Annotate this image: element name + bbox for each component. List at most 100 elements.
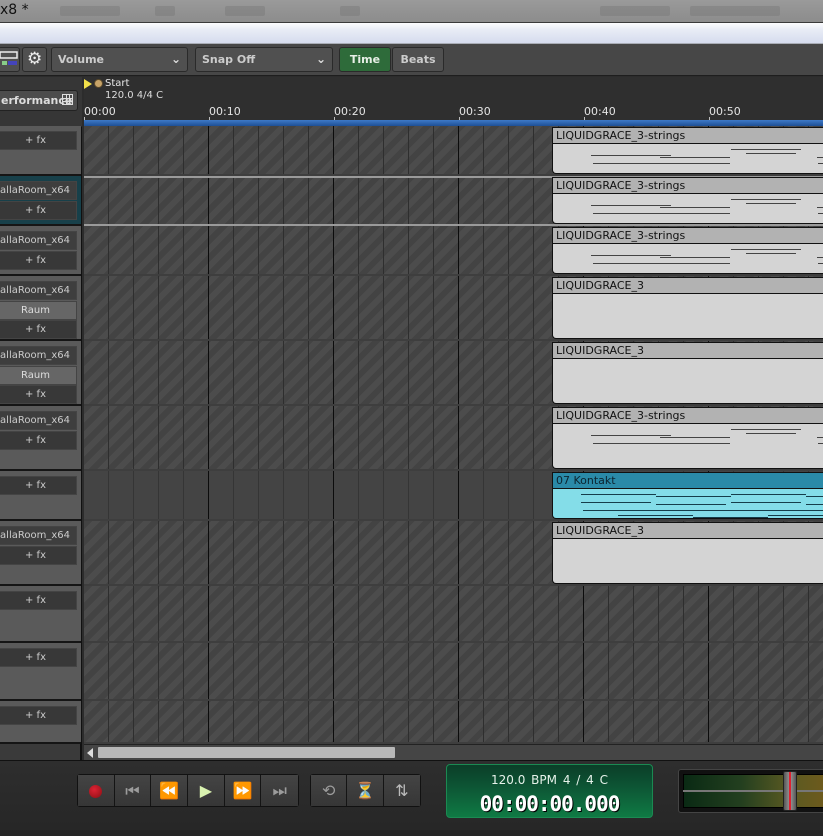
automation-parameter-select[interactable]: Volume ⌄ — [51, 47, 188, 72]
midi-note — [817, 437, 823, 438]
metronome-button[interactable]: ⏳ — [347, 775, 384, 806]
add-fx-button[interactable]: + fx — [0, 476, 77, 495]
clip[interactable]: LIQUIDGRACE_3-strings — [552, 177, 823, 224]
raum-preset-button[interactable]: Raum — [0, 365, 77, 385]
midi-note — [693, 517, 768, 518]
add-fx-button[interactable]: + fx — [0, 591, 77, 610]
punch-button[interactable]: ⇅ — [383, 775, 421, 806]
track-header[interactable]: + fx — [0, 126, 81, 176]
add-fx-button[interactable]: + fx — [0, 320, 77, 339]
track-header[interactable]: alhallaRoom_x64 Raum + fx — [0, 341, 81, 406]
add-fx-button[interactable]: + fx — [0, 706, 77, 725]
loop-button[interactable]: ⟲ — [311, 775, 348, 806]
fast-forward-button[interactable]: ⏩ — [224, 775, 262, 806]
slot-label: Raum — [21, 304, 50, 316]
midi-logo-icon[interactable] — [0, 47, 20, 72]
midi-note — [660, 207, 730, 208]
add-fx-button[interactable]: + fx — [0, 250, 77, 270]
horizontal-scrollbar[interactable] — [84, 744, 823, 760]
scrollbar-thumb[interactable] — [98, 747, 395, 758]
snap-select-value: Snap Off — [202, 53, 256, 66]
track-header[interactable]: alhallaRoom_x64 + fx — [0, 226, 81, 276]
master-volume-fader[interactable] — [783, 771, 797, 811]
clip[interactable]: LIQUIDGRACE_3 — [552, 277, 823, 339]
rewind-button[interactable]: ⏪ — [151, 775, 189, 806]
settings-gear-button[interactable]: ⚙ — [22, 47, 47, 72]
track-header[interactable]: + fx — [0, 586, 81, 643]
fast-forward-icon: ⏩ — [232, 781, 253, 800]
slot-label: + fx — [25, 254, 46, 266]
add-fx-button[interactable]: + fx — [0, 648, 77, 667]
midi-note — [808, 510, 823, 511]
track-lane[interactable] — [84, 586, 823, 643]
track-lane[interactable] — [84, 643, 823, 701]
key-readout[interactable]: C — [600, 773, 608, 787]
track-header[interactable]: + fx — [0, 471, 81, 521]
tempo-readout[interactable]: 120.0 BPM — [491, 773, 557, 787]
plugin-slot[interactable]: alhallaRoom_x64 — [0, 411, 77, 430]
snap-select[interactable]: Snap Off ⌄ — [195, 47, 333, 72]
meter-divider — [683, 790, 823, 792]
add-fx-button[interactable]: + fx — [0, 430, 77, 450]
track-header[interactable]: + fx — [0, 701, 81, 744]
plugin-slot[interactable]: alhallaRoom_x64 — [0, 231, 77, 250]
midi-note — [733, 510, 811, 511]
grid-major-line — [583, 701, 584, 742]
slot-label: + fx — [25, 389, 46, 400]
track-header[interactable]: alhallaRoom_x64 + fx — [0, 406, 81, 471]
record-button[interactable] — [78, 775, 115, 806]
grid-major-line — [208, 341, 209, 404]
grid-major-line — [208, 126, 209, 174]
meter-readout[interactable]: 4 / 4 — [563, 773, 594, 787]
grid-major-line — [458, 341, 459, 404]
go-to-start-button[interactable]: ⏮ — [114, 775, 152, 806]
grid-major-line — [333, 126, 334, 174]
track-header[interactable]: alhallaRoom_x64 Raum + fx — [0, 276, 81, 341]
midi-note — [731, 149, 801, 150]
midi-note — [660, 443, 730, 444]
grid-major-line — [208, 586, 209, 641]
raum-preset-button[interactable]: Raum — [0, 300, 77, 320]
go-to-end-button[interactable]: ⏭ — [261, 775, 299, 806]
track-header[interactable]: alhallaRoom_x64 + fx — [0, 521, 81, 586]
tab-beats[interactable]: Beats — [392, 47, 444, 72]
clip[interactable]: LIQUIDGRACE_3-strings — [552, 127, 823, 174]
ruler-time-label: 00:40 — [584, 105, 616, 118]
grid-major-line — [333, 341, 334, 404]
blurred-title-text — [225, 6, 265, 16]
grid-major-line — [333, 276, 334, 339]
add-fx-button[interactable]: + fx — [0, 200, 77, 220]
grid-major-line — [458, 178, 459, 224]
clip[interactable]: LIQUIDGRACE_3 — [552, 522, 823, 584]
performance-button[interactable]: erformance — [0, 90, 78, 111]
play-button[interactable]: ▶ — [188, 775, 225, 806]
clip[interactable]: LIQUIDGRACE_3-strings — [552, 407, 823, 469]
grid-major-line — [333, 471, 334, 519]
midi-note — [660, 157, 730, 158]
plugin-slot[interactable]: alhallaRoom_x64 — [0, 346, 77, 365]
add-fx-button[interactable]: + fx — [0, 545, 77, 565]
add-fx-button[interactable]: + fx — [0, 131, 77, 150]
midi-note — [660, 257, 730, 258]
midi-note — [746, 253, 796, 254]
track-header[interactable]: alhallaRoom_x64 + fx — [0, 176, 81, 226]
midi-note — [656, 504, 726, 505]
plugin-slot[interactable]: alhallaRoom_x64 — [0, 526, 77, 545]
timeline-ruler[interactable]: Start 120.0 4/4 C 00:00 00:10 00:20 00:30 00… — [84, 77, 823, 126]
plugin-slot[interactable]: alhallaRoom_x64 — [0, 181, 77, 200]
transport-controls: ⏮ ⏪ ▶ ⏩ ⏭ — [77, 774, 299, 807]
track-lane[interactable] — [84, 701, 823, 744]
track-header[interactable]: + fx — [0, 643, 81, 701]
clip[interactable]: 07 Kontakt — [552, 472, 823, 519]
tab-time[interactable]: Time — [339, 47, 391, 72]
start-marker-flag-icon[interactable] — [84, 79, 92, 89]
plugin-slot[interactable]: alhallaRoom_x64 — [0, 281, 77, 300]
clip[interactable]: LIQUIDGRACE_3 — [552, 342, 823, 404]
grid-major-line — [708, 586, 709, 641]
clip[interactable]: LIQUIDGRACE_3-strings — [552, 227, 823, 274]
grid-major-line — [208, 521, 209, 584]
scroll-left-arrow-icon[interactable] — [87, 748, 93, 758]
clip-name: 07 Kontakt — [553, 473, 823, 489]
midi-note — [817, 257, 823, 258]
add-fx-button[interactable]: + fx — [0, 385, 77, 404]
